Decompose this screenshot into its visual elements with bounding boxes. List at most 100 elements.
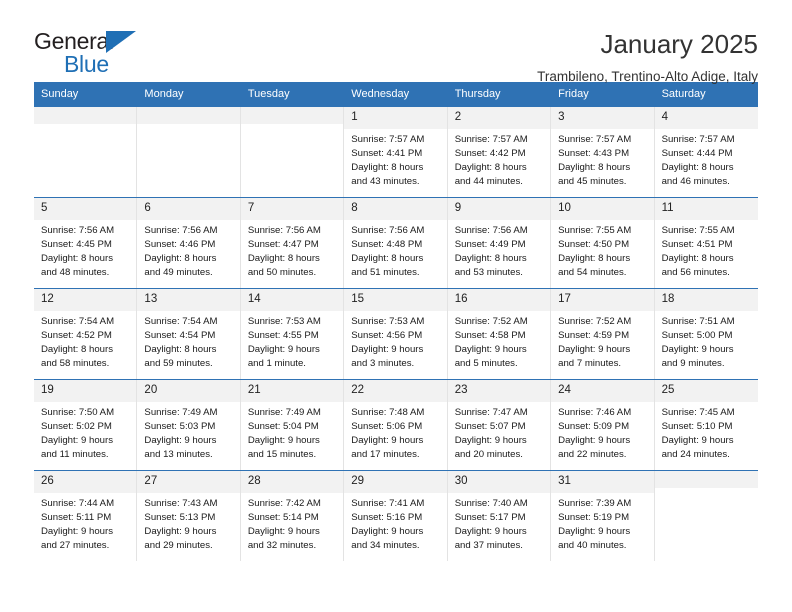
calendar-day-cell[interactable]: 26 Sunrise: 7:44 AM Sunset: 5:11 PM Dayligh… <box>34 471 138 562</box>
calendar-day-cell[interactable]: 25 Sunrise: 7:45 AM Sunset: 5:10 PM Dayligh… <box>654 380 758 471</box>
calendar-day-cell[interactable]: 14 Sunrise: 7:53 AM Sunset: 4:55 PM Dayligh… <box>240 289 345 380</box>
daylight-text: Daylight: 9 hours and 29 minutes. <box>144 526 217 552</box>
calendar-day-cell[interactable]: 9 Sunrise: 7:56 AM Sunset: 4:49 PM Daylight… <box>447 198 552 289</box>
calendar-day-cell[interactable]: 21 Sunrise: 7:49 AM Sunset: 5:04 PM Dayligh… <box>240 380 345 471</box>
calendar-page: General Blue January 2025 Trambileno, Tr… <box>0 0 792 612</box>
calendar-day-cell[interactable]: 6 Sunrise: 7:56 AM Sunset: 4:46 PM Daylight… <box>137 198 241 289</box>
weekday-header-row: Sunday Monday Tuesday Wednesday Thursday… <box>34 82 758 108</box>
daylight-text: Daylight: 9 hours and 15 minutes. <box>247 435 320 461</box>
calendar-day-cell[interactable]: 27 Sunrise: 7:43 AM Sunset: 5:13 PM Dayligh… <box>137 471 241 562</box>
sunset-text: Sunset: 4:45 PM <box>41 239 112 250</box>
day-number: 11 <box>654 198 758 220</box>
day-number: 19 <box>34 380 137 402</box>
calendar-week-row: 12 Sunrise: 7:54 AM Sunset: 4:52 PM Dayligh… <box>34 288 758 380</box>
daylight-text: Daylight: 9 hours and 22 minutes. <box>558 435 631 461</box>
calendar-day-cell[interactable]: 18 Sunrise: 7:51 AM Sunset: 5:00 PM Dayligh… <box>654 289 758 380</box>
calendar-day-cell[interactable]: 12 Sunrise: 7:54 AM Sunset: 4:52 PM Dayligh… <box>34 289 138 380</box>
calendar-day-cell[interactable]: 2 Sunrise: 7:57 AM Sunset: 4:42 PM Daylight… <box>447 107 552 198</box>
sunrise-text: Sunrise: 7:50 AM <box>41 406 115 418</box>
calendar-day-cell[interactable]: 13 Sunrise: 7:54 AM Sunset: 4:54 PM Dayligh… <box>137 289 241 380</box>
sunset-text: Sunset: 5:04 PM <box>247 421 319 432</box>
daylight-text: Daylight: 8 hours and 51 minutes. <box>351 253 424 279</box>
sunrise-text: Sunrise: 7:55 AM <box>661 224 735 236</box>
day-sun-info: Sunrise: 7:53 AM Sunset: 4:56 PM Daylight:… <box>344 311 446 371</box>
day-sun-info: Sunrise: 7:54 AM Sunset: 4:52 PM Daylight:… <box>34 311 136 371</box>
sunrise-text: Sunrise: 7:52 AM <box>454 315 528 327</box>
triangle-icon <box>106 31 136 53</box>
day-number: 14 <box>240 289 344 311</box>
day-sun-info: Sunrise: 7:56 AM Sunset: 4:45 PM Daylight:… <box>34 220 136 280</box>
daylight-text: Daylight: 8 hours and 45 minutes. <box>558 162 631 188</box>
sunrise-text: Sunrise: 7:53 AM <box>351 315 425 327</box>
day-sun-info: Sunrise: 7:39 AM Sunset: 5:19 PM Daylight:… <box>551 493 653 553</box>
sunrise-text: Sunrise: 7:51 AM <box>661 315 735 327</box>
sunset-text: Sunset: 4:59 PM <box>558 330 630 341</box>
sunset-text: Sunset: 5:02 PM <box>41 421 112 432</box>
sunrise-text: Sunrise: 7:44 AM <box>41 497 115 509</box>
day-number <box>654 471 758 489</box>
sunrise-text: Sunrise: 7:45 AM <box>661 406 735 418</box>
calendar-day-cell[interactable]: 11 Sunrise: 7:55 AM Sunset: 4:51 PM Dayligh… <box>654 198 758 289</box>
calendar-day-cell[interactable]: 23 Sunrise: 7:47 AM Sunset: 5:07 PM Dayligh… <box>447 380 552 471</box>
sunset-text: Sunset: 5:10 PM <box>661 421 733 432</box>
weekday-sunday: Sunday <box>41 88 79 100</box>
sunrise-text: Sunrise: 7:55 AM <box>558 224 632 236</box>
calendar-day-cell[interactable]: 5 Sunrise: 7:56 AM Sunset: 4:45 PM Daylight… <box>34 198 138 289</box>
calendar-day-cell[interactable]: 31 Sunrise: 7:39 AM Sunset: 5:19 PM Dayligh… <box>551 471 655 562</box>
day-number: 7 <box>240 198 344 220</box>
sunrise-text: Sunrise: 7:56 AM <box>454 224 528 236</box>
day-number: 2 <box>447 107 551 129</box>
calendar-day-cell[interactable]: 4 Sunrise: 7:57 AM Sunset: 4:44 PM Daylight… <box>654 107 758 198</box>
daylight-text: Daylight: 8 hours and 49 minutes. <box>144 253 217 279</box>
sunset-text: Sunset: 4:46 PM <box>144 239 216 250</box>
day-sun-info: Sunrise: 7:49 AM Sunset: 5:03 PM Daylight:… <box>137 402 239 462</box>
sunset-text: Sunset: 4:58 PM <box>454 330 526 341</box>
daylight-text: Daylight: 9 hours and 3 minutes. <box>351 344 424 370</box>
daylight-text: Daylight: 9 hours and 11 minutes. <box>41 435 113 461</box>
weekday-wednesday: Wednesday <box>351 88 410 100</box>
day-sun-info: Sunrise: 7:57 AM Sunset: 4:44 PM Daylight:… <box>655 129 758 189</box>
weekday-thursday: Thursday <box>454 88 501 100</box>
sunrise-text: Sunrise: 7:49 AM <box>144 406 218 418</box>
sunset-text: Sunset: 5:06 PM <box>351 421 423 432</box>
calendar-day-cell[interactable]: 19 Sunrise: 7:50 AM Sunset: 5:02 PM Dayligh… <box>34 380 138 471</box>
calendar-day-cell[interactable]: 29 Sunrise: 7:41 AM Sunset: 5:16 PM Dayligh… <box>344 471 448 562</box>
day-number: 28 <box>240 471 344 493</box>
calendar-day-cell[interactable]: 22 Sunrise: 7:48 AM Sunset: 5:06 PM Dayligh… <box>344 380 448 471</box>
daylight-text: Daylight: 8 hours and 50 minutes. <box>247 253 320 279</box>
sunrise-text: Sunrise: 7:54 AM <box>144 315 218 327</box>
calendar-day-cell[interactable]: 10 Sunrise: 7:55 AM Sunset: 4:50 PM Dayligh… <box>551 198 655 289</box>
daylight-text: Daylight: 9 hours and 24 minutes. <box>661 435 734 461</box>
logo-text-blue: Blue <box>64 51 109 77</box>
day-number: 29 <box>344 471 447 493</box>
calendar-weeks: 1 Sunrise: 7:57 AM Sunset: 4:41 PM Daylight… <box>34 107 758 562</box>
calendar-day-cell[interactable]: 15 Sunrise: 7:53 AM Sunset: 4:56 PM Dayligh… <box>344 289 448 380</box>
calendar-day-cell[interactable]: 28 Sunrise: 7:42 AM Sunset: 5:14 PM Dayligh… <box>240 471 345 562</box>
calendar-week-row: 19 Sunrise: 7:50 AM Sunset: 5:02 PM Dayligh… <box>34 379 758 471</box>
day-number: 3 <box>551 107 654 129</box>
calendar-day-cell[interactable]: 8 Sunrise: 7:56 AM Sunset: 4:48 PM Daylight… <box>344 198 448 289</box>
general-blue-logo: General Blue <box>34 28 214 80</box>
calendar-day-cell[interactable]: 24 Sunrise: 7:46 AM Sunset: 5:09 PM Dayligh… <box>551 380 655 471</box>
calendar-day-cell[interactable]: 16 Sunrise: 7:52 AM Sunset: 4:58 PM Dayligh… <box>447 289 552 380</box>
sunset-text: Sunset: 5:07 PM <box>454 421 526 432</box>
day-number: 6 <box>137 198 240 220</box>
day-sun-info: Sunrise: 7:45 AM Sunset: 5:10 PM Daylight:… <box>655 402 758 462</box>
calendar-day-cell[interactable]: 17 Sunrise: 7:52 AM Sunset: 4:59 PM Dayligh… <box>551 289 655 380</box>
daylight-text: Daylight: 8 hours and 53 minutes. <box>454 253 527 279</box>
calendar-day-cell[interactable]: 30 Sunrise: 7:40 AM Sunset: 5:17 PM Dayligh… <box>447 471 552 562</box>
calendar-day-cell[interactable]: 7 Sunrise: 7:56 AM Sunset: 4:47 PM Daylight… <box>240 198 345 289</box>
sunset-text: Sunset: 5:11 PM <box>41 512 112 523</box>
weekday-monday: Monday <box>144 88 184 100</box>
sunrise-text: Sunrise: 7:40 AM <box>454 497 528 509</box>
day-sun-info: Sunrise: 7:46 AM Sunset: 5:09 PM Daylight:… <box>551 402 653 462</box>
sunset-text: Sunset: 5:16 PM <box>351 512 423 523</box>
daylight-text: Daylight: 8 hours and 58 minutes. <box>41 344 113 370</box>
calendar-day-cell[interactable]: 1 Sunrise: 7:57 AM Sunset: 4:41 PM Daylight… <box>344 107 448 198</box>
day-number: 10 <box>551 198 654 220</box>
calendar-day-cell[interactable]: 3 Sunrise: 7:57 AM Sunset: 4:43 PM Daylight… <box>551 107 655 198</box>
day-number: 24 <box>551 380 654 402</box>
calendar-day-cell[interactable]: 20 Sunrise: 7:49 AM Sunset: 5:03 PM Dayligh… <box>137 380 241 471</box>
daylight-text: Daylight: 8 hours and 56 minutes. <box>661 253 734 279</box>
sunrise-text: Sunrise: 7:42 AM <box>247 497 321 509</box>
